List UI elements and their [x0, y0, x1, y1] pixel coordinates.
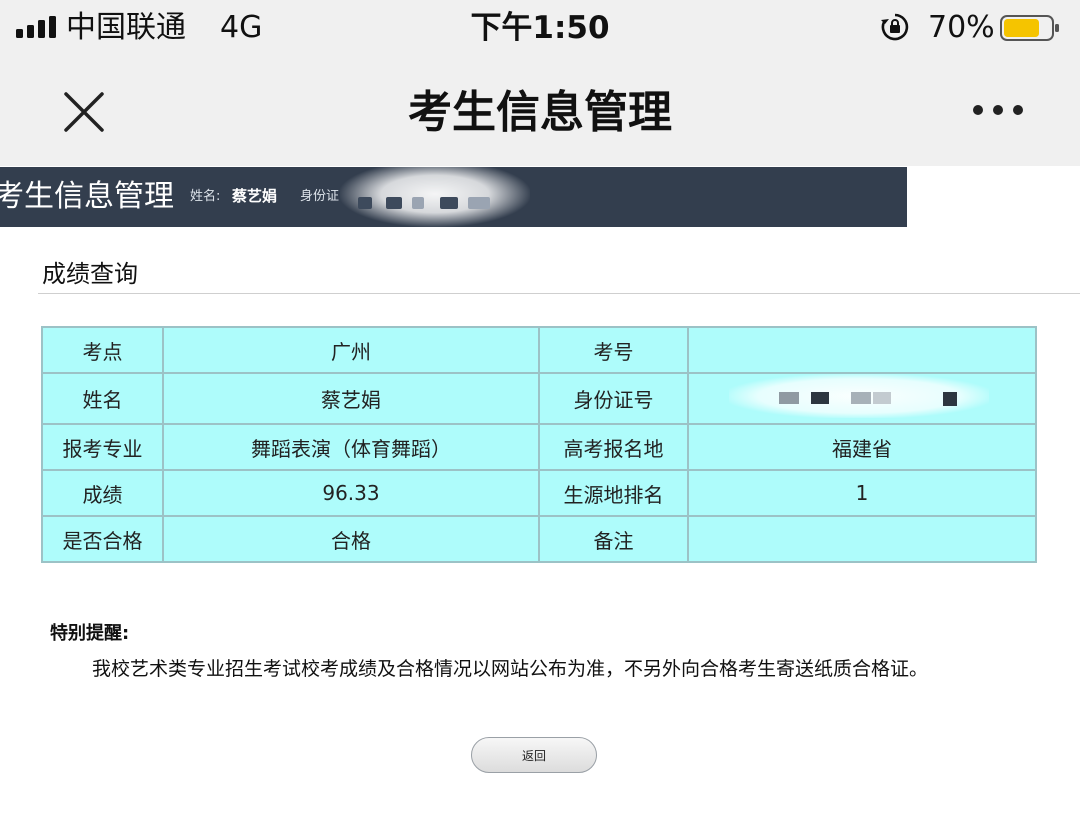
- table-cell-label: 身份证号: [538, 372, 689, 425]
- battery-icon: [1000, 15, 1059, 41]
- name-label: 姓名:: [190, 189, 221, 204]
- table-cell-value: [687, 515, 1037, 563]
- table-cell-label: 备注: [538, 515, 689, 563]
- notice-body: 我校艺术类专业招生考试校考成绩及合格情况以网站公布为准，不另外向合格考生寄送纸质…: [92, 658, 929, 680]
- table-row: 成绩 96.33 生源地排名 1: [41, 469, 1037, 517]
- battery-percent: 70%: [928, 10, 995, 45]
- id-number-cell: [687, 372, 1037, 425]
- id-redaction: [689, 374, 1035, 418]
- section-title: 成绩查询: [42, 260, 138, 288]
- status-bar: 中国联通 4G 下午1:50 70%: [0, 0, 1080, 58]
- table-cell-value: 舞蹈表演（体育舞蹈）: [162, 423, 540, 471]
- table-cell-label: 生源地排名: [538, 469, 689, 517]
- nav-bar: 考生信息管理: [0, 58, 1080, 166]
- table-row: 报考专业 舞蹈表演（体育舞蹈） 高考报名地 福建省: [41, 423, 1037, 471]
- section-divider: [38, 293, 1080, 294]
- more-icon[interactable]: [972, 102, 1024, 118]
- table-cell-value: 96.33: [162, 469, 540, 517]
- table-row: 考点 广州 考号: [41, 326, 1037, 374]
- table-cell-label: 高考报名地: [538, 423, 689, 471]
- back-button[interactable]: 返回: [471, 737, 597, 773]
- id-redaction: [340, 167, 530, 227]
- table-row: 是否合格 合格 备注: [41, 515, 1037, 563]
- rotation-lock-icon: [881, 13, 909, 41]
- table-cell-label: 姓名: [41, 372, 164, 425]
- score-table: 考点 广州 考号 姓名 蔡艺娟 身份证号 报考专业 舞蹈表演（体育舞蹈） 高考报…: [41, 326, 1037, 563]
- table-cell-value: 福建省: [687, 423, 1037, 471]
- table-cell-label: 是否合格: [41, 515, 164, 563]
- nav-title: 考生信息管理: [408, 87, 672, 138]
- site-title: 考生信息管理: [0, 179, 174, 214]
- table-cell-label: 成绩: [41, 469, 164, 517]
- status-time: 下午1:50: [470, 10, 610, 46]
- table-cell-value: [687, 326, 1037, 374]
- name-value: 蔡艺娟: [232, 187, 278, 205]
- table-row: 姓名 蔡艺娟 身份证号: [41, 372, 1037, 425]
- table-cell-value: 蔡艺娟: [162, 372, 540, 425]
- site-header: 考生信息管理 姓名: 蔡艺娟 身份证: [0, 167, 907, 227]
- table-cell-label: 考点: [41, 326, 164, 374]
- table-cell-value: 1: [687, 469, 1037, 517]
- table-cell-value: 合格: [162, 515, 540, 563]
- table-cell-label: 报考专业: [41, 423, 164, 471]
- table-cell-value: 广州: [162, 326, 540, 374]
- table-cell-label: 考号: [538, 326, 689, 374]
- id-label: 身份证: [300, 189, 340, 204]
- notice-title: 特别提醒:: [50, 623, 130, 644]
